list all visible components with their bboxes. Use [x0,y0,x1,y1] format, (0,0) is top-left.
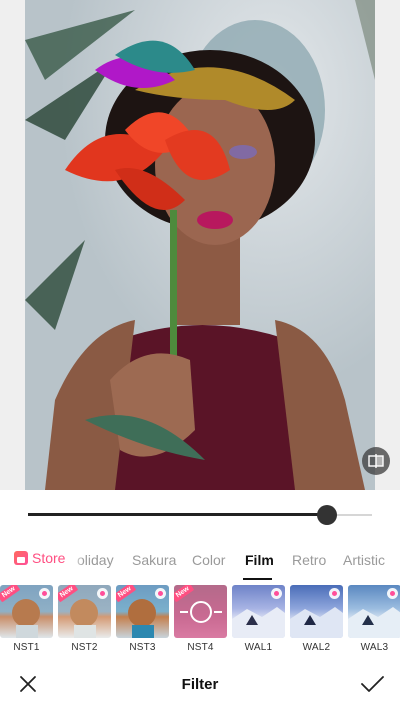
filter-item-nst2[interactable]: New NST2 [58,585,111,653]
premium-icon [97,588,108,599]
filter-label: WAL1 [244,642,273,653]
photo-preview-area [0,0,400,490]
filter-item-wal1[interactable]: WAL1 [232,585,285,653]
store-label: Store [32,550,66,566]
filter-thumbnail [290,585,343,638]
screen-title: Filter [181,676,219,693]
photo-preview [25,0,375,490]
filter-item-wal2[interactable]: WAL2 [290,585,343,653]
intensity-slider[interactable] [28,503,372,527]
tab-color[interactable]: Color [192,552,225,568]
premium-icon [329,588,340,599]
filter-label: NST4 [187,642,214,653]
tab-film[interactable]: Film [245,552,274,568]
filter-label: NST1 [13,642,40,653]
premium-icon [387,588,398,599]
confirm-button[interactable] [358,672,386,696]
portrait-image [25,0,375,490]
filter-label: WAL3 [360,642,389,653]
filter-thumbnail-selected: New [174,585,227,638]
filter-thumbnail: New [0,585,53,638]
filter-item-nst1[interactable]: New NST1 [0,585,53,653]
active-tab-indicator [243,578,272,580]
filter-item-wal3[interactable]: WAL3 [348,585,400,653]
premium-icon [271,588,282,599]
filter-thumbnail [348,585,400,638]
store-button[interactable]: Store [14,550,65,566]
tab-artistic[interactable]: Artistic [343,552,385,568]
bottom-action-bar: Filter [0,660,400,711]
premium-icon [39,588,50,599]
filter-list: New NST1 New NST2 New NST3 New NST4 WAL1… [0,585,400,655]
filter-thumbnail: New [116,585,169,638]
filter-label: NST2 [71,642,98,653]
filter-category-tabs: Store oliday Sakura Color Film Retro Art… [0,546,400,580]
filter-label: WAL2 [302,642,331,653]
store-icon [14,551,28,565]
filter-label: NST3 [129,642,156,653]
filter-thumbnail [232,585,285,638]
adjust-icon [179,600,222,623]
new-badge: New [174,585,195,603]
compare-button[interactable] [362,447,390,475]
tab-fade [70,546,84,576]
slider-thumb[interactable] [317,505,337,525]
filter-item-nst4[interactable]: New NST4 [174,585,227,653]
filter-item-nst3[interactable]: New NST3 [116,585,169,653]
slider-fill [28,513,327,516]
tab-sakura[interactable]: Sakura [132,552,176,568]
tab-retro[interactable]: Retro [292,552,326,568]
compare-icon [368,454,384,468]
filter-thumbnail: New [58,585,111,638]
checkmark-icon [361,676,384,692]
premium-icon [155,588,166,599]
